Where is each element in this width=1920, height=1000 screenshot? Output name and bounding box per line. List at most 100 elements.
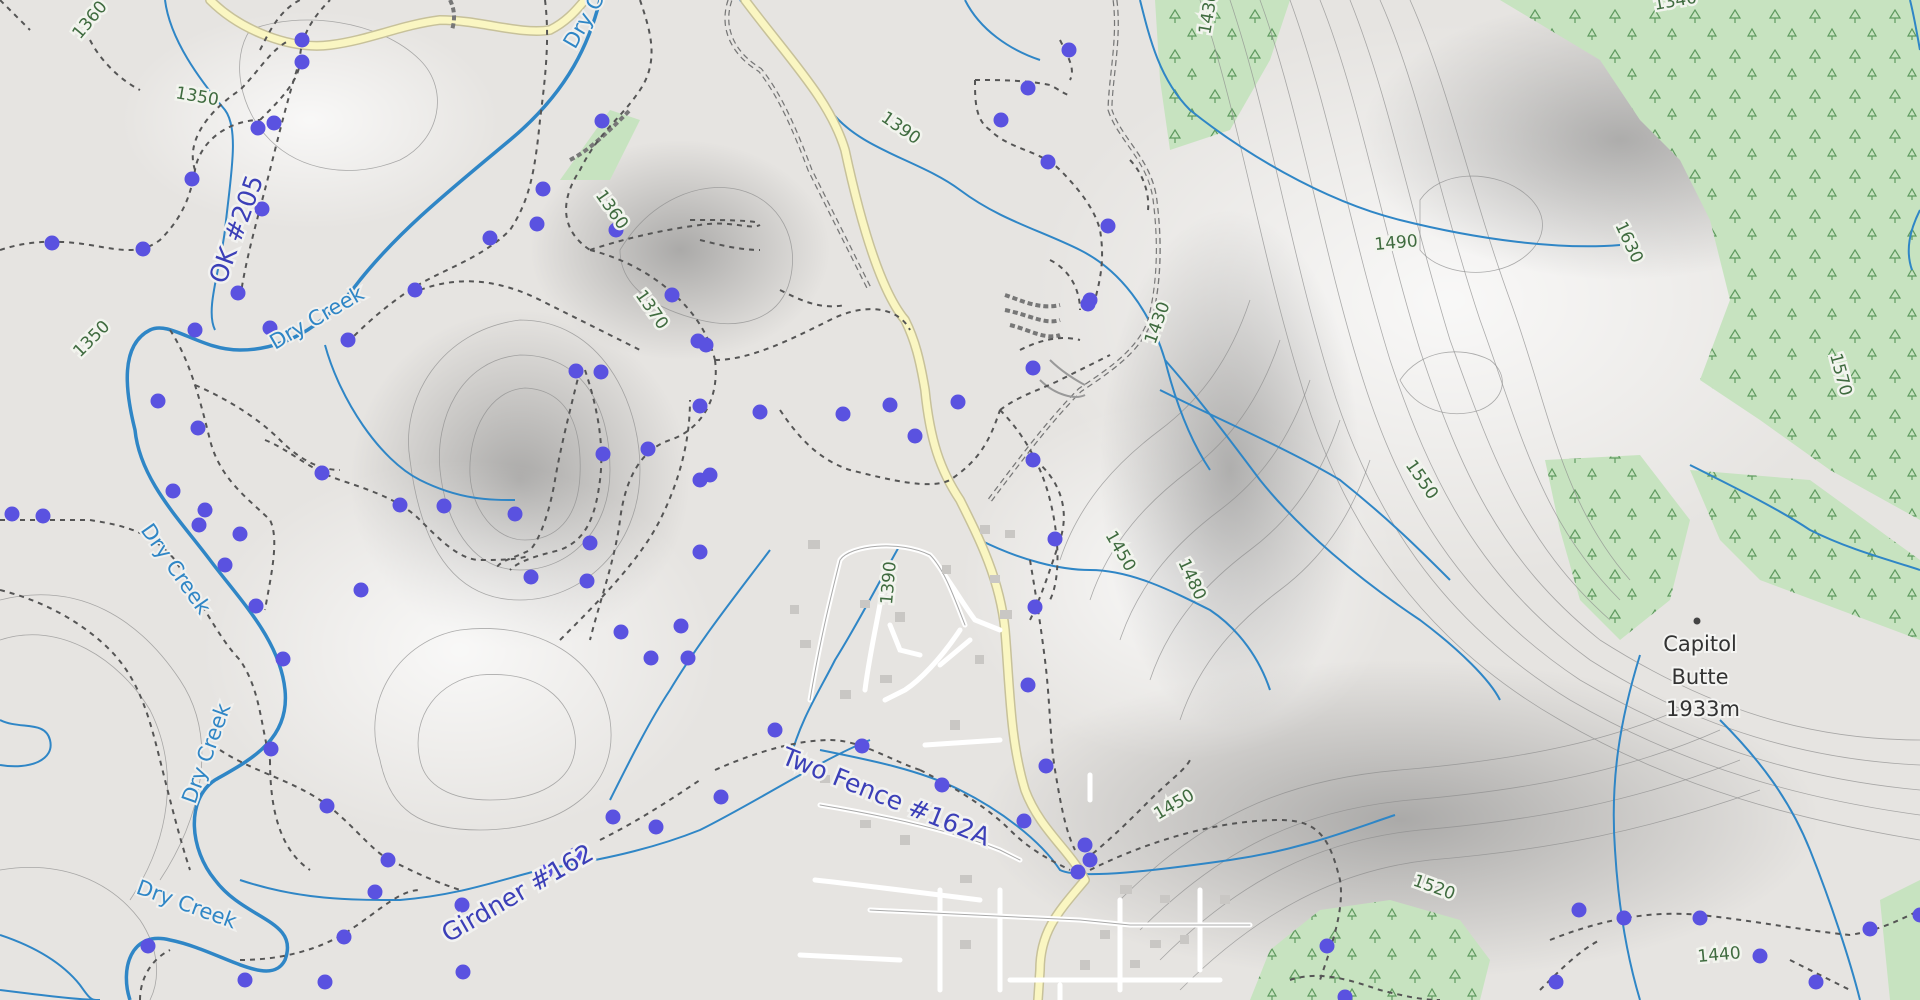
trail-point[interactable] [275, 651, 291, 667]
trail-point[interactable] [1020, 677, 1036, 693]
trail-point[interactable] [230, 285, 246, 301]
trail-point[interactable] [1047, 531, 1063, 547]
trail-point[interactable] [594, 113, 610, 129]
trail-point[interactable] [1061, 42, 1077, 58]
trail-point[interactable] [482, 230, 498, 246]
peak-name-line1: Capitol [1663, 632, 1737, 656]
trail-point[interactable] [436, 498, 452, 514]
trail-point[interactable] [993, 112, 1009, 128]
trail-point[interactable] [692, 544, 708, 560]
trail-point[interactable] [934, 777, 950, 793]
trail-point[interactable] [392, 497, 408, 513]
trail-point[interactable] [535, 181, 551, 197]
trail-point[interactable] [135, 241, 151, 257]
trail-point[interactable] [605, 809, 621, 825]
trail-point[interactable] [250, 120, 266, 136]
trail-point[interactable] [314, 465, 330, 481]
trail-point[interactable] [294, 54, 310, 70]
trail-point[interactable] [568, 363, 584, 379]
trail-point[interactable] [1038, 758, 1054, 774]
trail-point[interactable] [266, 115, 282, 131]
trail-point[interactable] [673, 618, 689, 634]
trail-point[interactable] [640, 441, 656, 457]
trail-point[interactable] [1319, 938, 1335, 954]
trail-point[interactable] [835, 406, 851, 422]
trail-point[interactable] [407, 282, 423, 298]
trail-point[interactable] [1070, 864, 1086, 880]
trail-point[interactable] [664, 287, 680, 303]
trail-point[interactable] [1616, 910, 1632, 926]
trail-point[interactable] [340, 332, 356, 348]
trail-point[interactable] [455, 964, 471, 980]
trail-point[interactable] [237, 972, 253, 988]
trail-point[interactable] [523, 569, 539, 585]
trail-point[interactable] [1025, 452, 1041, 468]
trail-point[interactable] [613, 624, 629, 640]
trail-point[interactable] [579, 573, 595, 589]
trail-point[interactable] [35, 508, 51, 524]
trail-point[interactable] [593, 364, 609, 380]
trail-point[interactable] [294, 32, 310, 48]
topographic-map[interactable]: 1360 1350 1350 1390 1360 1370 1430 1490 … [0, 0, 1920, 1000]
contour-label: 1440 [1697, 943, 1742, 967]
trail-point[interactable] [690, 333, 706, 349]
trail-point[interactable] [353, 582, 369, 598]
trail-point[interactable] [165, 483, 181, 499]
trail-point[interactable] [1077, 837, 1093, 853]
trail-point[interactable] [1692, 910, 1708, 926]
trail-point[interactable] [1082, 292, 1098, 308]
trail-point[interactable] [643, 650, 659, 666]
trail-point[interactable] [713, 789, 729, 805]
trail-point[interactable] [1548, 974, 1564, 990]
trail-point[interactable] [529, 216, 545, 232]
contour-label: 1490 [1374, 231, 1419, 255]
trail-point[interactable] [232, 526, 248, 542]
trail-point[interactable] [702, 467, 718, 483]
trail-point[interactable] [595, 446, 611, 462]
trail-point[interactable] [380, 852, 396, 868]
trail-point[interactable] [907, 428, 923, 444]
trail-point[interactable] [197, 502, 213, 518]
trail-point[interactable] [44, 235, 60, 251]
trail-point[interactable] [319, 798, 335, 814]
trail-point[interactable] [140, 938, 156, 954]
trail-point[interactable] [1040, 154, 1056, 170]
peak-elevation: 1933m [1666, 697, 1740, 721]
trail-point[interactable] [317, 974, 333, 990]
trail-point[interactable] [263, 741, 279, 757]
trail-point[interactable] [4, 506, 20, 522]
trail-point[interactable] [191, 517, 207, 533]
trail-point[interactable] [1025, 360, 1041, 376]
trail-point[interactable] [692, 398, 708, 414]
trail-point[interactable] [248, 598, 264, 614]
trail-point[interactable] [187, 322, 203, 338]
trail-point[interactable] [767, 722, 783, 738]
trail-point[interactable] [190, 420, 206, 436]
trail-point[interactable] [1016, 813, 1032, 829]
trail-point[interactable] [1082, 852, 1098, 868]
peak-marker[interactable] [1693, 617, 1701, 625]
trail-point[interactable] [854, 738, 870, 754]
peak-name-line2: Butte [1671, 665, 1728, 689]
trail-point[interactable] [1027, 599, 1043, 615]
trail-point[interactable] [367, 884, 383, 900]
trail-point[interactable] [950, 394, 966, 410]
trail-point[interactable] [882, 397, 898, 413]
trail-point[interactable] [150, 393, 166, 409]
trail-point[interactable] [680, 650, 696, 666]
trail-point[interactable] [1020, 80, 1036, 96]
trail-point[interactable] [1808, 974, 1824, 990]
trail-point[interactable] [1862, 921, 1878, 937]
trail-point[interactable] [648, 819, 664, 835]
trail-point[interactable] [1752, 948, 1768, 964]
trail-point[interactable] [217, 557, 233, 573]
trail-point[interactable] [752, 404, 768, 420]
trail-point[interactable] [507, 506, 523, 522]
trail-point[interactable] [582, 535, 598, 551]
trail-point[interactable] [1100, 218, 1116, 234]
trail-point[interactable] [1571, 902, 1587, 918]
contour-label: 1390 [877, 561, 901, 606]
trail-point[interactable] [336, 929, 352, 945]
peak-label: Capitol Butte 1933m [1661, 630, 1742, 723]
trail-point[interactable] [184, 171, 200, 187]
